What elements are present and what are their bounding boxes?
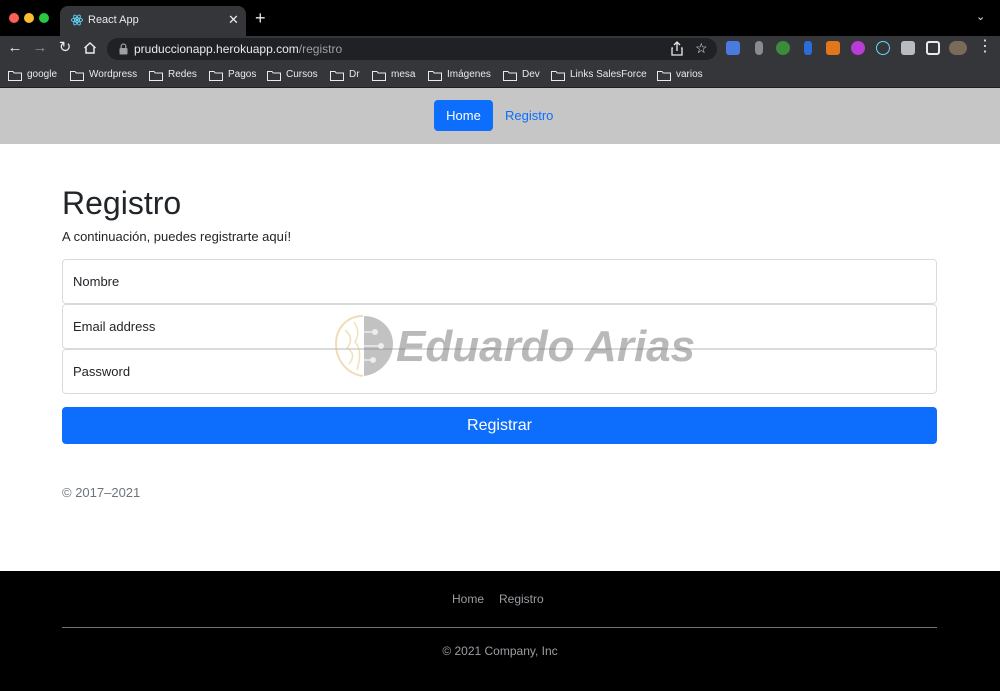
nav-registro-link[interactable]: Registro: [505, 100, 553, 131]
bookmark-star-icon[interactable]: ☆: [695, 39, 708, 57]
browser-tab-bar: React App ✕ + ⌄: [0, 0, 1000, 36]
url-host: pruduccionapp.herokuapp.com: [134, 42, 299, 56]
password-input[interactable]: [62, 349, 937, 394]
footer-registro-link[interactable]: Registro: [499, 592, 544, 606]
email-input[interactable]: [62, 304, 937, 349]
react-devtools-icon[interactable]: [876, 41, 890, 55]
browser-menu-icon[interactable]: ⋮: [977, 38, 993, 56]
page-subtitle: A continuación, puedes registrarte aquí!: [62, 229, 292, 244]
folder-icon: [330, 71, 344, 81]
maximize-window-button[interactable]: [39, 13, 49, 23]
url-text: pruduccionapp.herokuapp.com/registro: [134, 42, 342, 56]
extension-icon[interactable]: [755, 41, 763, 55]
main-copyright: © 2017–2021: [62, 485, 141, 500]
reload-icon[interactable]: ↻: [55, 38, 75, 58]
profile-avatar[interactable]: [949, 41, 967, 55]
share-icon[interactable]: [670, 41, 684, 57]
tree-extension-icon[interactable]: [776, 41, 790, 55]
footer-copyright: © 2021 Company, Inc: [442, 644, 558, 658]
extension-icon[interactable]: [851, 41, 865, 55]
register-button[interactable]: Registrar: [62, 407, 937, 444]
folder-icon: [267, 71, 281, 81]
folder-icon: [657, 71, 671, 81]
footer-home-link[interactable]: Home: [452, 592, 484, 606]
folder-icon: [70, 71, 84, 81]
home-icon[interactable]: [80, 38, 100, 58]
address-bar[interactable]: pruduccionapp.herokuapp.com/registro ☆: [107, 38, 717, 60]
folder-icon: [209, 71, 223, 81]
new-tab-button[interactable]: +: [255, 8, 266, 28]
folder-icon: [503, 71, 517, 81]
react-logo-icon: [70, 14, 84, 26]
browser-tab[interactable]: React App ✕: [60, 6, 246, 36]
lock-icon: [119, 43, 128, 55]
close-tab-icon[interactable]: ✕: [228, 12, 239, 28]
app-header: Home Registro: [0, 88, 1000, 144]
url-path: /registro: [298, 42, 343, 56]
folder-icon: [8, 71, 22, 81]
page-footer: Home Registro © 2021 Company, Inc: [0, 571, 1000, 691]
page-title: Registro: [62, 185, 182, 221]
translate-extension-icon[interactable]: [726, 41, 740, 55]
tab-search-icon[interactable]: ⌄: [976, 10, 985, 23]
back-icon[interactable]: ←: [5, 38, 25, 58]
metamask-icon[interactable]: [826, 41, 840, 55]
folder-icon: [149, 71, 163, 81]
footer-divider: [62, 627, 937, 628]
side-panel-icon[interactable]: [926, 41, 940, 55]
folder-icon: [428, 71, 442, 81]
folder-icon: [372, 71, 386, 81]
folder-icon: [551, 71, 565, 81]
name-input[interactable]: [62, 259, 937, 304]
bookmarks-bar: google Wordpress Redes Pagos Cursos Dr m…: [0, 62, 1000, 88]
tab-title: React App: [88, 14, 139, 26]
close-window-button[interactable]: [9, 13, 19, 23]
browser-toolbar: ← → ↻ pruduccionapp.herokuapp.com/regist…: [0, 36, 1000, 62]
minimize-window-button[interactable]: [24, 13, 34, 23]
puzzle-extensions-icon[interactable]: [901, 41, 915, 55]
forward-icon[interactable]: →: [30, 38, 50, 58]
feather-extension-icon[interactable]: [804, 41, 812, 55]
nav-home-button[interactable]: Home: [434, 100, 493, 131]
